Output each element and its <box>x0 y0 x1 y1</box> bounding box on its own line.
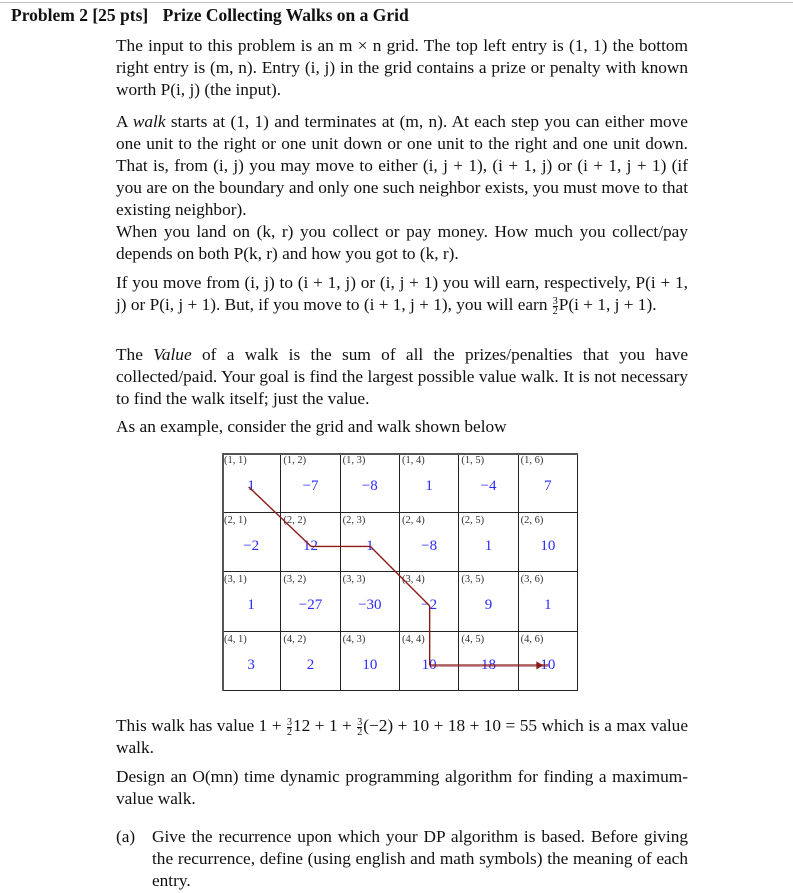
problem-number: Problem 2 <box>11 5 88 25</box>
fraction-three-halves: 32 <box>286 717 292 738</box>
paragraph-task: Design an O(mn) time dynamic programming… <box>116 767 688 808</box>
fraction-denominator: 2 <box>286 726 292 738</box>
paragraph-walk-definition: A walk starts at (1, 1) and terminates a… <box>116 111 688 221</box>
text-run: P(i + 1, j + 1). <box>558 295 657 314</box>
walk-segment <box>248 486 312 547</box>
top-rule <box>0 2 793 3</box>
text-run: This walk has value 1 + <box>116 716 286 735</box>
fraction-denominator: 2 <box>357 726 363 738</box>
problem-title: Prize Collecting Walks on a Grid <box>162 5 409 25</box>
paragraph-earnings: If you move from (i, j) to (i + 1, j) or… <box>116 272 688 316</box>
fraction-three-halves: 32 <box>357 717 363 738</box>
walk-arrowhead-icon <box>536 661 544 670</box>
text-run: The <box>116 345 154 364</box>
paragraph-example-intro: As an example, consider the grid and wal… <box>116 417 507 436</box>
text-run: starts at (1, 1) and terminates at (m, n… <box>116 112 688 219</box>
subquestion-label: (a) <box>116 827 136 846</box>
problem-points: [25 pts] <box>92 5 149 25</box>
term-value: Value <box>153 345 192 364</box>
subquestion-text: Give the recurrence upon which your DP a… <box>152 827 688 890</box>
walk-segment <box>369 545 431 607</box>
paragraph-input: The input to this problem is an m × n gr… <box>116 36 688 99</box>
text-run: of a walk is the sum of all the prizes/p… <box>116 345 688 408</box>
text-run: A <box>116 112 133 131</box>
example-grid: (1, 1) 1 (1, 2) −7 (1, 3) −8 (1, 4) 1 (1, 5) −4 (1… <box>222 453 578 691</box>
paragraph-value-definition: The Value of a walk is the sum of all th… <box>116 344 688 410</box>
paragraph-example-value: This walk has value 1 + 3 2 12 + 1 + 3 2 (−2… <box>116 715 688 759</box>
fraction-denominator: 2 <box>552 305 558 317</box>
fraction-three-halves: 32 <box>552 296 558 317</box>
term-walk: walk <box>132 112 166 131</box>
paragraph-landing: When you land on (k, r) you collect or p… <box>116 222 688 263</box>
subquestion-a: (a) Give the recurrence upon which your … <box>116 826 688 892</box>
walk-path-overlay <box>248 486 549 670</box>
problem-heading: Problem 2 [25 pts] Prize Collecting Walk… <box>11 5 409 26</box>
text-run: 12 + 1 + <box>292 716 357 735</box>
